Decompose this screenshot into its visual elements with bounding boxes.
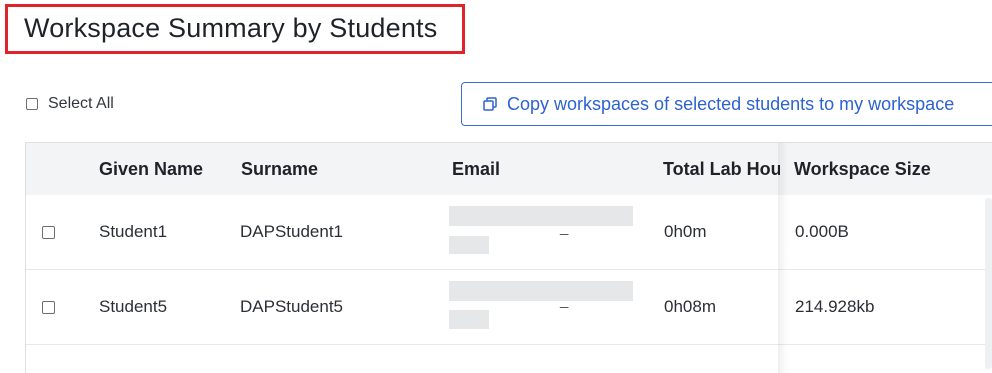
row-checkbox[interactable] (42, 226, 55, 239)
cell-given-name: Student1 (99, 222, 168, 241)
cell-given-name: Student5 (99, 297, 168, 316)
header-total-lab-hours[interactable]: Total Lab Hou (663, 143, 780, 195)
table-header: Given Name Surname Email Total Lab Hou W… (26, 143, 992, 196)
cell-workspace-size: 214.928kb (795, 297, 875, 316)
cell-surname: DAPStudent1 (240, 222, 344, 241)
header-surname[interactable]: Surname (241, 143, 318, 195)
copy-workspaces-button[interactable]: Copy workspaces of selected students to … (461, 82, 992, 126)
cell-surname: DAPStudent5 (240, 297, 344, 316)
table-row: Student1 DAPStudent1 _ 0h0m 0.000B (26, 195, 992, 270)
table-scrollbar[interactable] (985, 198, 992, 369)
students-table: Given Name Surname Email Total Lab Hou W… (25, 142, 992, 373)
copy-icon (483, 97, 497, 111)
checkbox-icon[interactable] (26, 98, 38, 110)
header-workspace-size[interactable]: Workspace Size (794, 143, 931, 195)
email-separator: _ (560, 219, 569, 236)
header-email[interactable]: Email (452, 143, 500, 195)
copy-workspaces-label: Copy workspaces of selected students to … (507, 93, 955, 114)
select-all-label: Select All (48, 95, 114, 112)
email-separator: _ (560, 292, 569, 309)
frozen-column-shadow (778, 143, 788, 373)
row-checkbox[interactable] (42, 301, 55, 314)
cell-total-lab-hours: 0h0m (664, 222, 707, 241)
cell-workspace-size: 0.000B (795, 222, 849, 241)
cell-total-lab-hours: 0h08m (664, 297, 716, 316)
page-title: Workspace Summary by Students (24, 13, 438, 43)
table-row: Student5 DAPStudent5 _ 0h08m 214.928kb (26, 270, 992, 345)
select-all-checkbox[interactable]: Select All (26, 95, 114, 113)
header-given-name[interactable]: Given Name (99, 143, 203, 195)
